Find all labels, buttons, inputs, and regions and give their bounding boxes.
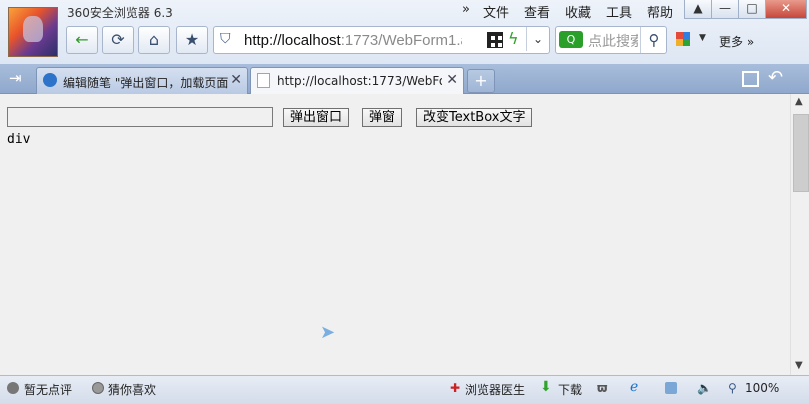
menu-file[interactable]: 文件 <box>483 2 509 21</box>
back-button[interactable]: ← <box>66 26 98 54</box>
search-icon: ⚲ <box>648 31 660 49</box>
new-tab-button[interactable]: + <box>467 69 495 93</box>
more-button[interactable]: 更多 » <box>719 33 754 50</box>
doctor-icon: ✚ <box>450 381 461 395</box>
refresh-icon: ⟳ <box>111 30 125 49</box>
tab-bar: ⇥ 编辑随笔 "弹出窗口，加载页面" ✕ http://localhost:17… <box>0 64 809 94</box>
shield-icon[interactable]: ⛉ <box>220 31 236 47</box>
caret-down-icon[interactable]: ▼ <box>699 33 706 43</box>
scroll-thumb[interactable] <box>793 114 809 192</box>
proxy-icon[interactable]: ϖ <box>597 381 607 395</box>
skin-button[interactable]: ▲ <box>684 0 712 19</box>
undo-close-icon[interactable]: ↶ <box>768 67 783 88</box>
search-engine-icon[interactable]: Q <box>559 31 583 48</box>
rating-status[interactable]: 暂无点评 <box>24 381 72 398</box>
speaker-icon[interactable]: 🔈 <box>697 381 712 395</box>
menu-view[interactable]: 查看 <box>524 2 550 21</box>
vertical-scrollbar[interactable]: ▲ ▼ <box>790 94 809 375</box>
maximize-button[interactable]: □ <box>738 0 766 19</box>
download-button[interactable]: 下载 <box>558 381 582 398</box>
browser-doctor-button[interactable]: 浏览器医生 <box>465 381 525 398</box>
rating-icon <box>7 382 19 394</box>
sidebar-toggle-icon[interactable]: ⇥ <box>9 69 22 87</box>
zoom-level[interactable]: 100% <box>745 381 779 395</box>
menu-tools[interactable]: 工具 <box>606 2 632 21</box>
close-window-button[interactable]: ✕ <box>765 0 807 19</box>
app-title: 360安全浏览器 6.3 <box>67 6 173 20</box>
restore-tabs-icon[interactable] <box>742 71 759 87</box>
div-text: div <box>7 132 31 147</box>
change-textbox-text-button[interactable]: 改变TextBox文字 <box>416 108 533 127</box>
address-bar[interactable]: ⛉ http://localhost:1773/WebForm1.asp ϟ ⌄ <box>213 26 550 54</box>
page-content: 弹出窗口 弹窗 改变TextBox文字 div ➤ <box>0 94 790 375</box>
menu-overflow[interactable]: » <box>462 2 470 17</box>
text-box[interactable] <box>7 107 273 127</box>
recommend-icon <box>92 382 104 394</box>
window-icon[interactable] <box>665 382 677 394</box>
menu-favorites[interactable]: 收藏 <box>565 2 591 21</box>
status-bar: 暂无点评 猜你喜欢 ✚ 浏览器医生 ⬇ 下载 ϖ ℯ 🔈 ⚲ 100% <box>0 375 809 404</box>
recommend-link[interactable]: 猜你喜欢 <box>108 381 156 398</box>
page-icon <box>257 73 270 88</box>
search-box[interactable]: Q 点此搜索 ⚲ <box>555 26 667 54</box>
speed-mode-icon[interactable]: ϟ <box>508 29 519 48</box>
star-icon: ★ <box>184 30 200 49</box>
tab-label: http://localhost:1773/WebForm1.aspx <box>277 74 442 88</box>
tab-label: 编辑随笔 "弹出窗口，加载页面" <box>63 76 228 90</box>
favorite-button[interactable]: ★ <box>176 26 208 54</box>
minimize-button[interactable]: — <box>711 0 739 19</box>
site-favicon-icon <box>43 73 57 87</box>
apps-icon[interactable] <box>676 32 690 46</box>
address-dropdown-button[interactable]: ⌄ <box>526 27 549 51</box>
close-tab-icon[interactable]: ✕ <box>446 72 458 88</box>
user-avatar[interactable] <box>8 7 58 57</box>
qr-code-icon[interactable] <box>487 32 503 48</box>
menu-help[interactable]: 帮助 <box>647 2 673 21</box>
back-icon: ← <box>75 30 89 49</box>
address-path: :1773/WebForm1.asp <box>340 32 462 49</box>
popup-window-button[interactable]: 弹出窗口 <box>283 108 350 127</box>
address-text[interactable]: http://localhost:1773/WebForm1.asp <box>244 32 462 49</box>
refresh-button[interactable]: ⟳ <box>102 26 134 54</box>
download-icon: ⬇ <box>540 379 552 395</box>
mouse-cursor-icon: ➤ <box>320 322 336 343</box>
home-icon: ⌂ <box>148 30 160 49</box>
close-tab-icon[interactable]: ✕ <box>230 72 242 88</box>
address-host: http://localhost <box>244 32 341 49</box>
scroll-up-icon[interactable]: ▲ <box>795 96 803 107</box>
search-button[interactable]: ⚲ <box>640 27 667 53</box>
tab-localhost[interactable]: http://localhost:1773/WebForm1.aspx ✕ <box>250 67 464 94</box>
home-button[interactable]: ⌂ <box>138 26 170 54</box>
zoom-icon[interactable]: ⚲ <box>728 381 737 395</box>
scroll-down-icon[interactable]: ▼ <box>795 360 803 371</box>
chevron-down-icon: ⌄ <box>532 32 544 46</box>
ie-mode-icon[interactable]: ℯ <box>630 379 638 395</box>
popup-button[interactable]: 弹窗 <box>362 108 403 127</box>
search-input[interactable]: 点此搜索 <box>588 31 638 51</box>
tab-edit-post[interactable]: 编辑随笔 "弹出窗口，加载页面" ✕ <box>36 67 248 94</box>
title-toolbar: 360安全浏览器 6.3 » 文件 查看 收藏 工具 帮助 ▲ — □ ✕ ← … <box>0 0 809 65</box>
